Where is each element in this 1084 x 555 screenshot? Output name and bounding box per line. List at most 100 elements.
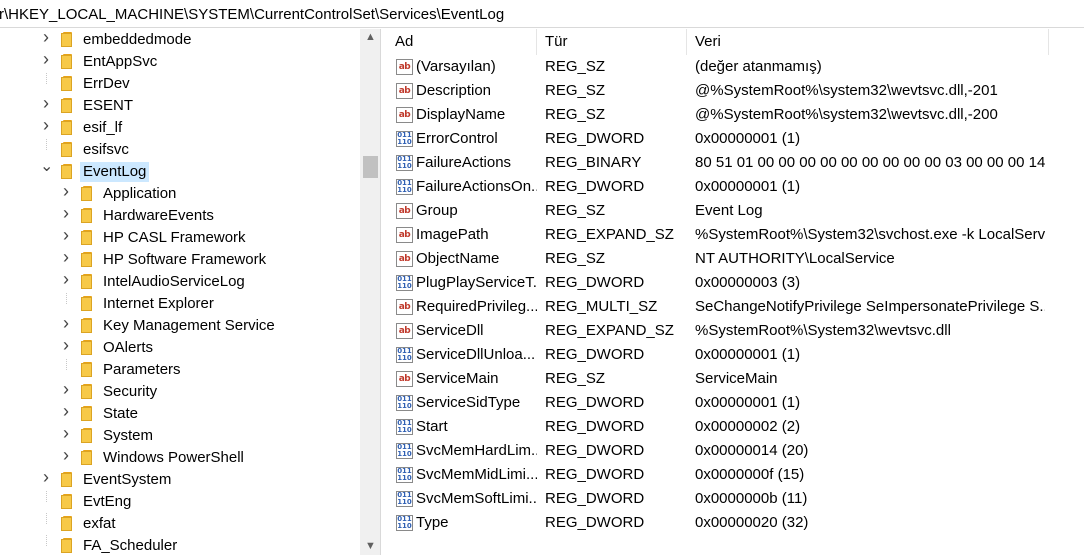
value-row[interactable]: ab ObjectName REG_SZ NT AUTHORITY\LocalServ… bbox=[387, 247, 1084, 271]
tree-guide-line bbox=[46, 491, 47, 502]
value-row[interactable]: 011 110 PlugPlayServiceT... REG_DWORD 0x0000… bbox=[387, 271, 1084, 295]
chevron-right-icon[interactable]: › bbox=[60, 248, 72, 266]
value-row[interactable]: ab ServiceMain REG_SZ ServiceMain bbox=[387, 367, 1084, 391]
tree-item[interactable]: FA_Scheduler bbox=[0, 535, 360, 555]
column-header-data[interactable]: Veri bbox=[687, 29, 1049, 55]
value-row[interactable]: 011 110 Type REG_DWORD 0x00000020 (32) bbox=[387, 511, 1084, 535]
chevron-right-icon[interactable]: › bbox=[40, 29, 52, 46]
column-header-type[interactable]: Tür bbox=[537, 29, 687, 55]
tree-item-label[interactable]: OAlerts bbox=[100, 338, 156, 358]
tree-item[interactable]: › IntelAudioServiceLog bbox=[0, 270, 360, 293]
chevron-right-icon[interactable]: › bbox=[40, 94, 52, 112]
chevron-right-icon[interactable]: › bbox=[60, 402, 72, 420]
tree-item-label[interactable]: Parameters bbox=[100, 360, 184, 380]
scroll-up-arrow-icon[interactable]: ▲ bbox=[364, 31, 377, 44]
chevron-right-icon[interactable]: › bbox=[60, 314, 72, 332]
tree-item[interactable]: › EntAppSvc bbox=[0, 50, 360, 73]
value-row[interactable]: 011 110 ServiceDllUnloa... REG_DWORD 0x00000… bbox=[387, 343, 1084, 367]
value-row[interactable]: 011 110 Start REG_DWORD 0x00000002 (2) bbox=[387, 415, 1084, 439]
address-bar[interactable]: r\HKEY_LOCAL_MACHINE\SYSTEM\CurrentContr… bbox=[0, 0, 1084, 28]
tree-item-label[interactable]: EvtEng bbox=[80, 492, 134, 512]
tree-item[interactable]: › esif_lf bbox=[0, 116, 360, 139]
tree-item-label[interactable]: FA_Scheduler bbox=[80, 536, 180, 555]
chevron-right-icon[interactable]: › bbox=[60, 226, 72, 244]
tree-item-label[interactable]: ESENT bbox=[80, 96, 136, 116]
tree-item-label[interactable]: EntAppSvc bbox=[80, 52, 160, 72]
value-row[interactable]: 011 110 SvcMemHardLim... REG_DWORD 0x0000001… bbox=[387, 439, 1084, 463]
chevron-right-icon[interactable]: › bbox=[60, 270, 72, 288]
tree-item[interactable]: › System bbox=[0, 424, 360, 447]
chevron-right-icon[interactable]: › bbox=[60, 204, 72, 222]
value-row[interactable]: ab ImagePath REG_EXPAND_SZ %SystemRoot%\Sys… bbox=[387, 223, 1084, 247]
tree-item[interactable]: Parameters bbox=[0, 359, 360, 381]
tree-item-label[interactable]: exfat bbox=[80, 514, 119, 534]
tree-item[interactable]: › Key Management Service bbox=[0, 314, 360, 337]
tree-item-label[interactable]: Internet Explorer bbox=[100, 294, 217, 314]
tree-item-label[interactable]: IntelAudioServiceLog bbox=[100, 272, 248, 292]
tree-item-label[interactable]: esifsvc bbox=[80, 140, 132, 160]
tree-item-label[interactable]: EventSystem bbox=[80, 470, 174, 490]
tree-item[interactable]: › Windows PowerShell bbox=[0, 446, 360, 469]
tree-item[interactable]: EvtEng bbox=[0, 491, 360, 513]
chevron-right-icon[interactable]: › bbox=[60, 380, 72, 398]
value-name: ErrorControl bbox=[416, 130, 498, 147]
tree-item-label[interactable]: EventLog bbox=[80, 162, 150, 182]
values-list[interactable]: Ad Tür Veri ab (Varsayılan) REG_SZ (değer a… bbox=[387, 29, 1084, 555]
tree-item-label[interactable]: Key Management Service bbox=[100, 316, 278, 336]
tree-item[interactable]: › EventSystem bbox=[0, 468, 360, 491]
value-row[interactable]: 011 110 ErrorControl REG_DWORD 0x00000001 (1… bbox=[387, 127, 1084, 151]
tree-item-label[interactable]: System bbox=[100, 426, 156, 446]
tree-item[interactable]: › ESENT bbox=[0, 94, 360, 117]
tree-item-label[interactable]: Windows PowerShell bbox=[100, 448, 247, 468]
tree-item-label[interactable]: HardwareEvents bbox=[100, 206, 217, 226]
chevron-down-icon[interactable]: ⌄ bbox=[40, 159, 53, 175]
value-row[interactable]: ab Description REG_SZ @%SystemRoot%\system3… bbox=[387, 79, 1084, 103]
chevron-right-icon[interactable]: › bbox=[40, 50, 52, 68]
tree-item[interactable]: › embeddedmode bbox=[0, 29, 360, 51]
value-row[interactable]: 011 110 FailureActions REG_BINARY 80 51 01 0… bbox=[387, 151, 1084, 175]
value-row[interactable]: 011 110 ServiceSidType REG_DWORD 0x00000001 … bbox=[387, 391, 1084, 415]
tree-item[interactable]: ErrDev bbox=[0, 73, 360, 95]
chevron-right-icon[interactable]: › bbox=[60, 424, 72, 442]
tree-item[interactable]: › HP Software Framework bbox=[0, 248, 360, 271]
tree-item-label[interactable]: Application bbox=[100, 184, 179, 204]
tree-item[interactable]: › HardwareEvents bbox=[0, 204, 360, 227]
tree-vertical-scrollbar[interactable]: ▲ ▼ bbox=[360, 29, 380, 555]
tree-item-label[interactable]: Security bbox=[100, 382, 160, 402]
tree-item-label[interactable]: HP CASL Framework bbox=[100, 228, 249, 248]
registry-tree[interactable]: › embeddedmode › EntAppSvc ErrDev › ESENT › esif… bbox=[0, 29, 381, 555]
address-path[interactable]: r\HKEY_LOCAL_MACHINE\SYSTEM\CurrentContr… bbox=[0, 6, 504, 23]
chevron-right-icon[interactable]: › bbox=[60, 182, 72, 200]
value-row[interactable]: ab (Varsayılan) REG_SZ (değer atanmamış) bbox=[387, 55, 1084, 79]
tree-item[interactable]: › HP CASL Framework bbox=[0, 226, 360, 249]
tree-item-label[interactable]: ErrDev bbox=[80, 74, 133, 94]
tree-item[interactable]: › Application bbox=[0, 182, 360, 205]
tree-item[interactable]: Internet Explorer bbox=[0, 293, 360, 315]
chevron-right-icon[interactable]: › bbox=[40, 116, 52, 134]
value-row[interactable]: ab RequiredPrivileg... REG_MULTI_SZ SeChang… bbox=[387, 295, 1084, 319]
scrollbar-thumb[interactable] bbox=[363, 156, 378, 178]
tree-item[interactable]: › Security bbox=[0, 380, 360, 403]
value-name: ServiceDll bbox=[416, 322, 484, 339]
value-type: REG_SZ bbox=[545, 82, 606, 99]
chevron-right-icon[interactable]: › bbox=[60, 336, 72, 354]
tree-item[interactable]: ⌄ EventLog bbox=[0, 159, 360, 183]
value-row[interactable]: 011 110 SvcMemSoftLimi... REG_DWORD 0x000000… bbox=[387, 487, 1084, 511]
tree-item[interactable]: › State bbox=[0, 402, 360, 425]
tree-item[interactable]: esifsvc bbox=[0, 139, 360, 161]
tree-item-label[interactable]: esif_lf bbox=[80, 118, 125, 138]
chevron-right-icon[interactable]: › bbox=[60, 446, 72, 464]
tree-item[interactable]: exfat bbox=[0, 513, 360, 535]
value-row[interactable]: ab Group REG_SZ Event Log bbox=[387, 199, 1084, 223]
tree-item-label[interactable]: HP Software Framework bbox=[100, 250, 269, 270]
value-row[interactable]: ab ServiceDll REG_EXPAND_SZ %SystemRoot%\Sy… bbox=[387, 319, 1084, 343]
value-row[interactable]: 011 110 SvcMemMidLimi... REG_DWORD 0x0000000… bbox=[387, 463, 1084, 487]
chevron-right-icon[interactable]: › bbox=[40, 468, 52, 486]
tree-item-label[interactable]: embeddedmode bbox=[80, 30, 194, 50]
scroll-down-arrow-icon[interactable]: ▼ bbox=[364, 540, 377, 553]
column-header-name[interactable]: Ad bbox=[387, 29, 537, 55]
value-row[interactable]: ab DisplayName REG_SZ @%SystemRoot%\system3… bbox=[387, 103, 1084, 127]
value-row[interactable]: 011 110 FailureActionsOn... REG_DWORD 0x0000… bbox=[387, 175, 1084, 199]
tree-item-label[interactable]: State bbox=[100, 404, 141, 424]
tree-item[interactable]: › OAlerts bbox=[0, 336, 360, 359]
